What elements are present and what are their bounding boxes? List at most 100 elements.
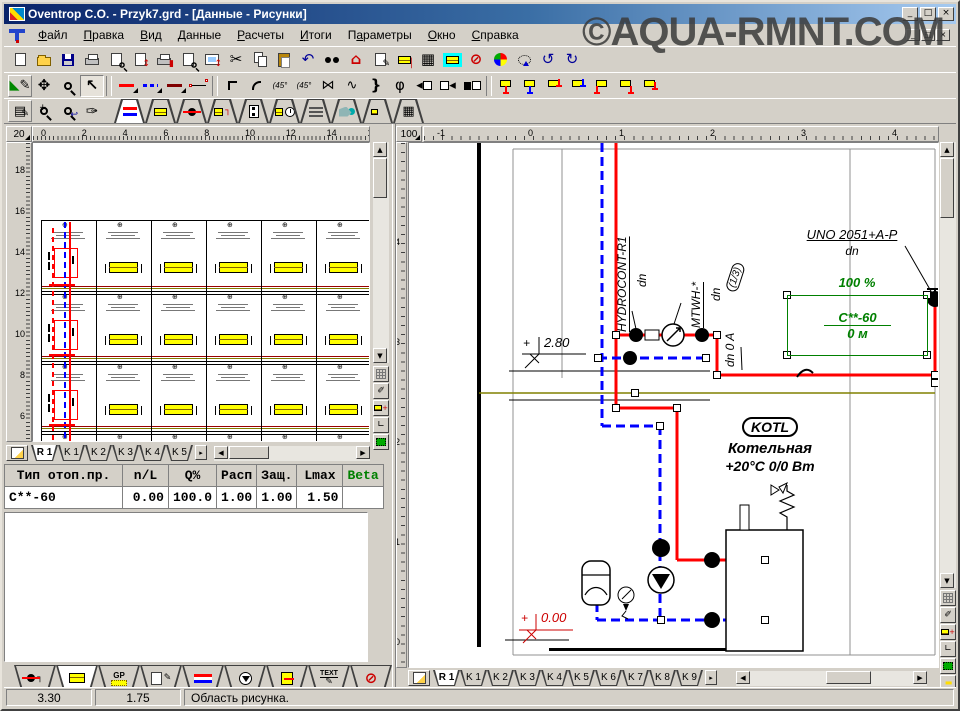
table-header-6[interactable]: Lmax: [297, 465, 343, 487]
sheet-tab-K1[interactable]: K 1: [460, 670, 487, 686]
print-preview-button[interactable]: [104, 49, 128, 71]
pipe-dn-label[interactable]: dn 0 A: [723, 299, 737, 367]
corner-90-button[interactable]: [220, 75, 244, 97]
table-cell[interactable]: 0.00: [123, 487, 169, 509]
hydrocont-label[interactable]: HYDROCONT-R1: [615, 177, 629, 332]
sheet-tab-R1[interactable]: R 1: [433, 670, 460, 686]
print-button[interactable]: [80, 49, 104, 71]
room-name-label[interactable]: Котельная: [705, 440, 835, 457]
pipe-return-button[interactable]: [138, 75, 162, 97]
table-cell[interactable]: 1.00: [257, 487, 297, 509]
radiator-var-1-button[interactable]: [494, 75, 518, 97]
zoom-tool-button[interactable]: [56, 75, 80, 97]
tab-scroll-right-icon[interactable]: ▸: [705, 670, 717, 685]
menu-item-9[interactable]: Справка: [464, 25, 527, 45]
category-areas-tab[interactable]: [331, 99, 362, 123]
measure-button[interactable]: ✐: [940, 607, 956, 623]
menu-item-6[interactable]: Итоги: [292, 25, 340, 45]
uno-dn-label[interactable]: dn: [793, 244, 911, 258]
pipe-other-button[interactable]: [162, 75, 186, 97]
data-table-edit-button[interactable]: ▤✎: [8, 100, 32, 122]
add-radiator-button[interactable]: +: [940, 624, 956, 640]
tab-scroll-right-icon[interactable]: ▸: [195, 445, 207, 460]
pipe-points-button[interactable]: [186, 75, 210, 97]
sheet-tab-K5[interactable]: K 5: [166, 445, 193, 461]
radiator-object[interactable]: C**-60 0 м: [787, 295, 928, 356]
radiator-var-7-button[interactable]: [638, 75, 662, 97]
print-options-button[interactable]: ▮: [152, 49, 176, 71]
radiator-results-table[interactable]: Тип отоп.пр.n/LQ%РаспЗащ.LmaxBetaC**-600…: [4, 464, 384, 509]
table-header-7[interactable]: Beta: [343, 465, 383, 487]
undo-button[interactable]: ↶: [296, 49, 320, 71]
close-button[interactable]: ×: [938, 7, 954, 21]
title-bar[interactable]: Oventrop C.O. - Przyk7.grd - [Данные - Р…: [4, 4, 956, 24]
table-header-3[interactable]: Q%: [169, 465, 217, 487]
menu-item-8[interactable]: Окно: [420, 25, 464, 45]
minimize-button[interactable]: _: [902, 7, 918, 21]
sheet-list-button[interactable]: [6, 445, 28, 461]
table-cell[interactable]: 100.0: [169, 487, 217, 509]
snap-grid-button[interactable]: [940, 590, 956, 606]
zoom-document-button[interactable]: [176, 49, 200, 71]
table-cell[interactable]: 1.50: [297, 487, 343, 509]
bend-button[interactable]: ∿: [340, 75, 364, 97]
drawing-sheet-button[interactable]: ✎: [368, 49, 392, 71]
riser-button[interactable]: φ: [388, 75, 412, 97]
angle-button[interactable]: ∟: [940, 641, 956, 657]
radiator-var-6-button[interactable]: [614, 75, 638, 97]
sheet-tab-K4[interactable]: K 4: [541, 670, 568, 686]
scroll-right-icon[interactable]: ▶: [356, 446, 370, 459]
table-header-2[interactable]: n/L: [123, 465, 169, 487]
forbid-button[interactable]: ⊘: [464, 49, 488, 71]
category-grid-tab[interactable]: ▦: [393, 99, 424, 123]
mtwh-label[interactable]: MTWH-*: [689, 223, 703, 328]
sheet-tab-K3[interactable]: K 3: [112, 445, 139, 461]
child-restore-button[interactable]: ◱: [921, 29, 935, 41]
edit-mode-button[interactable]: ◣✎: [8, 75, 32, 97]
category-radiators-tab[interactable]: [145, 99, 176, 123]
category-connections-tab[interactable]: [362, 99, 393, 123]
sheet-tab-K3[interactable]: K 3: [514, 670, 541, 686]
radiator-var-5-button[interactable]: [590, 75, 614, 97]
mirror-left-button[interactable]: ↺: [536, 49, 560, 71]
mirror-right-button[interactable]: ↻: [560, 49, 584, 71]
arc-45-left-button[interactable]: (45°: [268, 75, 292, 97]
right-vertical-scrollbar[interactable]: ▲ ▼: [940, 142, 956, 588]
plan-canvas[interactable]: ⊕⊕⊕⊕⊕⊕⊕⊕⊕⊕⊕⊕⊕⊕⊕⊕⊕⊕⊕⊕⊕⊕⊕⊕: [32, 142, 370, 442]
select-tool-button[interactable]: ↖: [80, 75, 104, 97]
page-setup-button[interactable]: ↕: [128, 49, 152, 71]
right-horizontal-scrollbar[interactable]: ◀ ▶: [736, 671, 927, 686]
sheet-tab-K2[interactable]: K 2: [487, 670, 514, 686]
radiator-var-4-button[interactable]: [566, 75, 590, 97]
table-cell[interactable]: [343, 487, 383, 509]
child-minimize-button[interactable]: _: [906, 29, 920, 41]
category-timers-tab[interactable]: [269, 99, 300, 123]
lower-elevation-label[interactable]: 0.00: [541, 610, 566, 625]
menu-item-7[interactable]: Параметры: [340, 25, 420, 45]
left-vertical-scrollbar[interactable]: ▲ ▼: [373, 142, 389, 363]
snap-grid-button[interactable]: [373, 366, 389, 382]
calculator-button[interactable]: ▦: [416, 49, 440, 71]
table-header-1[interactable]: Тип отоп.пр.: [5, 465, 123, 487]
scroll-thumb[interactable]: [229, 446, 269, 459]
paste-button[interactable]: [272, 49, 296, 71]
corner-arc-button[interactable]: [244, 75, 268, 97]
room-params-label[interactable]: +20°C 0/0 Вт: [699, 458, 841, 474]
room-code-label[interactable]: KOTL: [742, 417, 798, 437]
pipe-supply-button[interactable]: [114, 75, 138, 97]
table-cell[interactable]: C**-60: [5, 487, 123, 509]
menu-item-2[interactable]: Правка: [76, 25, 133, 45]
scroll-down-icon[interactable]: ▼: [940, 573, 954, 588]
crossover-button[interactable]: ⋈: [316, 75, 340, 97]
table-cell[interactable]: 1.00: [217, 487, 257, 509]
sheet-tab-K5[interactable]: K 5: [568, 670, 595, 686]
radiator-var-2-button[interactable]: [518, 75, 542, 97]
category-valves-tab[interactable]: [176, 99, 207, 123]
menu-item-4[interactable]: Данные: [170, 25, 229, 45]
radiator-connect-button[interactable]: │: [392, 49, 416, 71]
sheet-tab-K2[interactable]: K 2: [85, 445, 112, 461]
sheet-tab-K6[interactable]: K 6: [595, 670, 622, 686]
scroll-thumb[interactable]: [826, 671, 871, 684]
format-brush-button[interactable]: ✑: [80, 100, 104, 122]
scroll-thumb[interactable]: [940, 158, 954, 218]
